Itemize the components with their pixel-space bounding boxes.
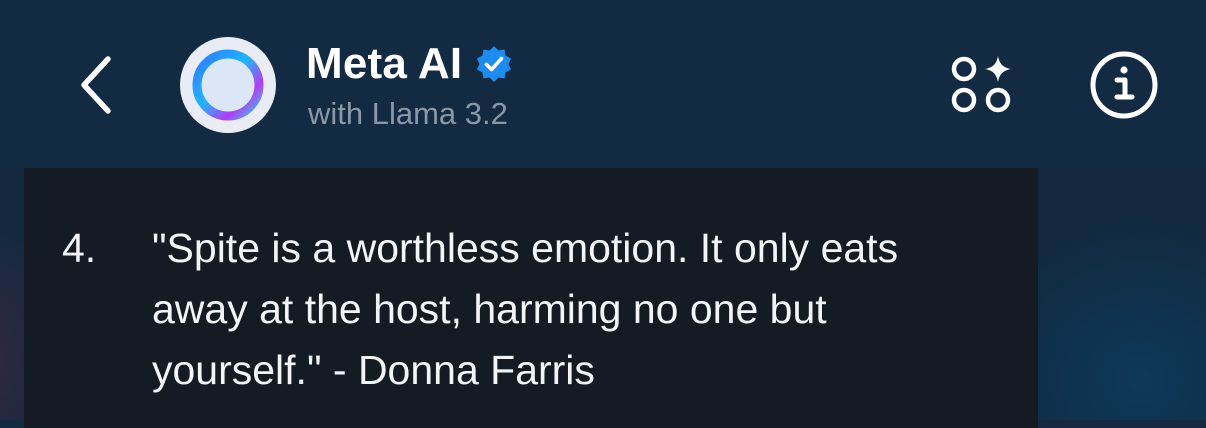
quote-text: "Spite is a worthless emotion. It only e…: [152, 225, 899, 393]
verified-badge-icon: [474, 44, 514, 84]
avatar[interactable]: [180, 37, 276, 133]
back-chevron-icon: [81, 56, 111, 114]
chat-header: Meta AI with Llama 3.2: [0, 0, 1206, 168]
chat-subtitle: with Llama 3.2: [308, 96, 508, 131]
meta-ai-ring-icon: [192, 49, 264, 121]
title-row: Meta AI: [306, 36, 514, 92]
chat-title: Meta AI: [306, 39, 463, 88]
ai-message-bubble: 4. "Spite is a worthless emotion. It onl…: [24, 168, 1038, 428]
info-button[interactable]: [1086, 50, 1162, 120]
back-button[interactable]: [66, 50, 126, 120]
apps-sparkle-icon: [951, 56, 1011, 113]
info-icon: [1090, 51, 1158, 119]
apps-button[interactable]: [944, 50, 1020, 120]
list-number: 4.: [62, 225, 97, 271]
